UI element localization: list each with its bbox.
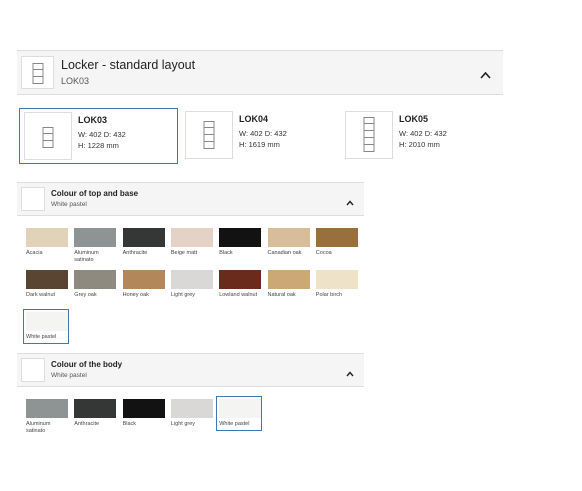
swatch-option[interactable]: Light grey	[170, 399, 213, 428]
swatch-option[interactable]: Anthracite	[122, 228, 165, 257]
swatch-option[interactable]: Aluminum satinato	[74, 228, 117, 264]
swatch-label: Canadian oak	[267, 250, 302, 256]
locker-dimensions: W: 402 D: 432	[399, 129, 447, 138]
swatch-color	[122, 399, 165, 418]
locker-name: LOK05	[399, 114, 429, 124]
locker-height: H: 2010 mm	[399, 140, 440, 149]
swatch-label: White pastel	[219, 421, 250, 427]
locker-name: LOK03	[78, 115, 108, 125]
locker-layout-header[interactable]: Locker - standard layout LOK03	[17, 50, 503, 95]
swatch-label: Black	[219, 250, 233, 256]
swatch-label: Light grey	[170, 421, 196, 427]
swatch-color	[219, 228, 262, 247]
swatch-label: Grey oak	[74, 292, 97, 298]
locker-dimensions: W: 402 D: 432	[239, 129, 287, 138]
swatch-color	[26, 312, 68, 331]
locker-image	[345, 111, 393, 159]
swatch-color	[122, 228, 165, 247]
swatch-label: Aluminum satinato	[74, 250, 99, 263]
page-title: Locker - standard layout	[61, 58, 196, 72]
swatch-color	[267, 228, 310, 247]
swatch-color	[267, 270, 310, 289]
locker-image	[24, 112, 72, 160]
swatch-option[interactable]: Black	[122, 399, 165, 428]
swatch-color	[74, 399, 117, 418]
body-colour-header[interactable]: Colour of the body White pastel	[17, 353, 364, 387]
locker-option-lok04[interactable]: LOK04 W: 402 D: 432 H: 1619 mm	[181, 108, 336, 164]
locker-options: LOK03 W: 402 D: 432 H: 1228 mm LOK04 W: …	[19, 108, 499, 164]
chevron-up-icon[interactable]	[346, 195, 354, 208]
swatch-color	[26, 270, 68, 289]
swatch-option[interactable]: Cocoa	[315, 228, 358, 257]
chevron-up-icon[interactable]	[346, 366, 354, 379]
locker-name: LOK04	[239, 114, 269, 124]
swatch-label: Beige matt	[170, 250, 198, 256]
colour-thumbnail	[21, 187, 45, 211]
swatch-color	[122, 270, 165, 289]
chevron-up-icon[interactable]	[480, 68, 491, 81]
swatch-color	[219, 270, 262, 289]
swatch-label: Cocoa	[315, 250, 332, 256]
swatch-color	[219, 399, 262, 418]
swatch-color	[315, 228, 358, 247]
locker-option-lok03[interactable]: LOK03 W: 402 D: 432 H: 1228 mm	[19, 108, 178, 164]
swatch-color	[74, 270, 117, 289]
swatch-color	[74, 228, 117, 247]
locker-thumbnail	[21, 56, 54, 89]
swatch-option[interactable]: Acacia	[26, 228, 68, 257]
swatch-label: Honey oak	[122, 292, 149, 298]
locker-height: H: 1619 mm	[239, 140, 280, 149]
section-title: Colour of the body	[51, 360, 123, 369]
swatch-label: White pastel	[26, 334, 57, 340]
swatch-option[interactable]: Aluminum satinato	[26, 399, 68, 435]
locker-image	[185, 111, 233, 159]
locker-dimensions: W: 402 D: 432	[78, 130, 126, 139]
swatch-option[interactable]: Lowland walnut	[219, 270, 262, 299]
swatch-color	[26, 228, 68, 247]
section-value: White pastel	[51, 201, 87, 208]
swatch-label: Acacia	[26, 250, 43, 256]
swatch-option[interactable]: Canadian oak	[267, 228, 310, 257]
locker-tower-icon	[32, 63, 43, 84]
swatch-label: Anthracite	[122, 250, 148, 256]
swatch-color	[26, 399, 68, 418]
swatch-label: Light grey	[170, 292, 196, 298]
swatch-label: Dark walnut	[26, 292, 56, 298]
locker-option-lok05[interactable]: LOK05 W: 402 D: 432 H: 2010 mm	[341, 108, 499, 164]
swatch-color	[170, 399, 213, 418]
swatch-option[interactable]: Polar birch	[315, 270, 358, 299]
swatch-option[interactable]: Anthracite	[74, 399, 117, 428]
swatch-label: Polar birch	[315, 292, 343, 298]
swatch-label: Lowland walnut	[219, 292, 258, 298]
swatch-option[interactable]: Grey oak	[74, 270, 117, 299]
swatch-label: Anthracite	[74, 421, 100, 427]
swatch-color	[170, 270, 213, 289]
swatch-option[interactable]: Black	[219, 228, 262, 257]
swatch-option[interactable]: Beige matt	[170, 228, 213, 257]
swatch-color	[170, 228, 213, 247]
swatch-color	[315, 270, 358, 289]
locker-height: H: 1228 mm	[78, 141, 119, 150]
swatch-option[interactable]: White pastel	[23, 309, 69, 344]
page-subtitle: LOK03	[61, 76, 90, 86]
swatch-option[interactable]: Dark walnut	[26, 270, 68, 299]
swatch-label: Black	[122, 421, 137, 427]
top-base-colour-header[interactable]: Colour of top and base White pastel	[17, 182, 364, 216]
swatch-option[interactable]: Honey oak	[122, 270, 165, 299]
swatch-option[interactable]: Light grey	[170, 270, 213, 299]
section-value: White pastel	[51, 372, 87, 379]
swatch-option[interactable]: Natural oak	[267, 270, 310, 299]
swatch-label: Natural oak	[267, 292, 296, 298]
swatch-label: Aluminum satinato	[26, 421, 51, 434]
swatch-option[interactable]: White pastel	[216, 396, 263, 431]
section-title: Colour of top and base	[51, 189, 139, 198]
colour-thumbnail	[21, 358, 45, 382]
